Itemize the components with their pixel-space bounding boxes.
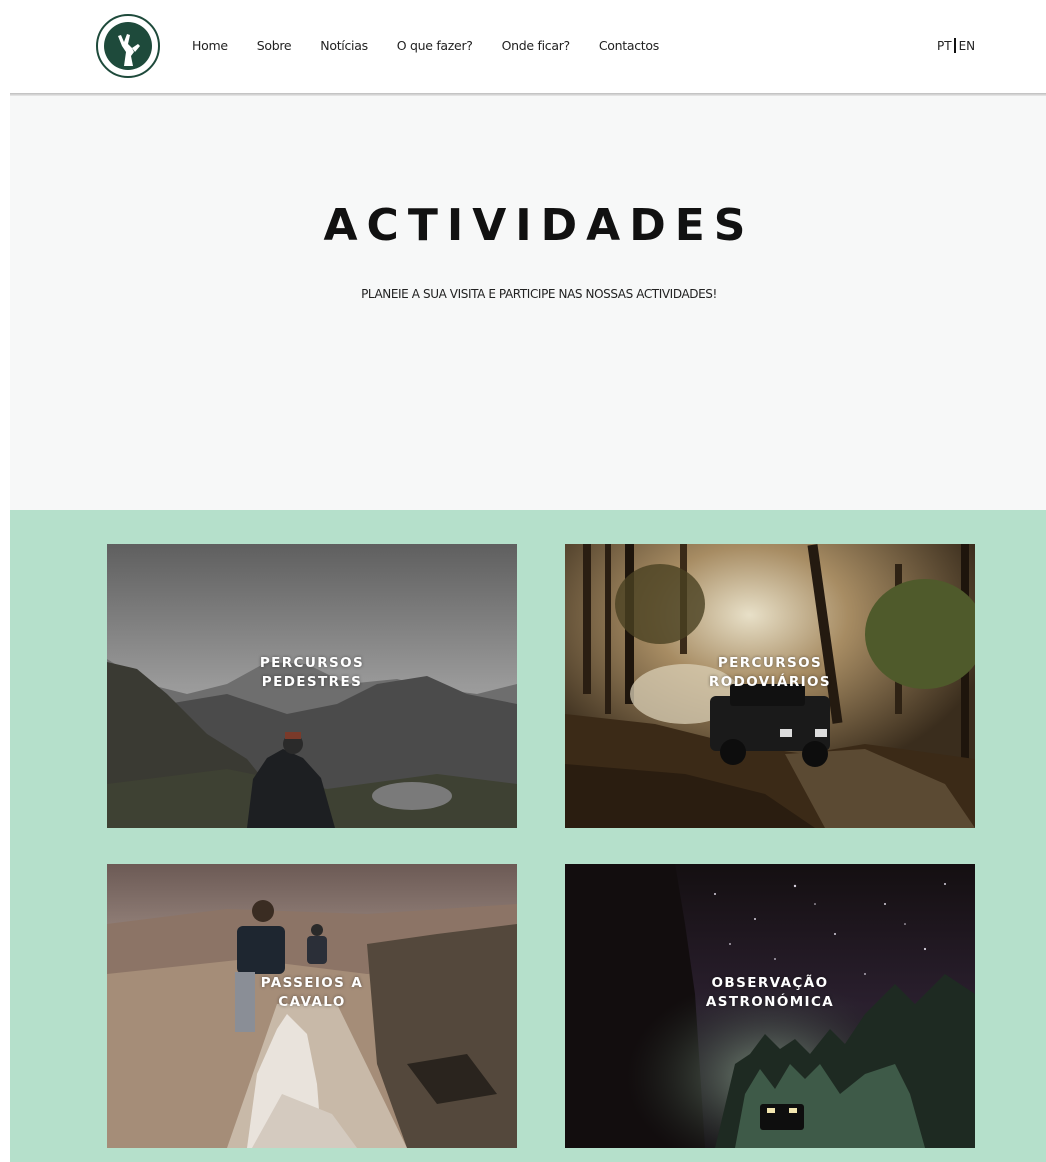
nav-home[interactable]: Home — [192, 38, 228, 58]
activity-label: PASSEIOS A CAVALO — [260, 975, 364, 1010]
main-nav: Home Sobre Notícias O que fazer? Onde fi… — [192, 38, 659, 58]
lang-en[interactable]: EN — [959, 39, 976, 53]
activity-card-road-trails[interactable]: PERCURSOS RODOVIÁRIOS — [565, 544, 975, 828]
page-title: ACTIVIDADES — [323, 200, 755, 251]
nav-o-que-fazer[interactable]: O que fazer? — [397, 38, 473, 58]
lang-divider — [953, 38, 956, 53]
lang-pt[interactable]: PT — [937, 39, 952, 53]
nav-sobre[interactable]: Sobre — [257, 38, 292, 58]
deer-emblem-logo[interactable] — [96, 14, 160, 78]
hero-section — [10, 96, 1046, 510]
page-subtitle: PLANEIE A SUA VISITA E PARTICIPE NAS NOS… — [361, 287, 717, 301]
activity-label: PERCURSOS PEDESTRES — [259, 655, 365, 690]
activity-card-horse-rides[interactable]: PASSEIOS A CAVALO — [107, 864, 517, 1148]
site-header: Home Sobre Notícias O que fazer? Onde fi… — [0, 0, 1046, 96]
activity-label: PERCURSOS RODOVIÁRIOS — [708, 655, 832, 690]
nav-noticias[interactable]: Notícias — [320, 38, 368, 58]
activity-label: OBSERVAÇÃO ASTRONÓMICA — [705, 975, 835, 1010]
nav-onde-ficar[interactable]: Onde ficar? — [502, 38, 571, 58]
language-switcher: PT EN — [937, 38, 975, 53]
activity-card-pedestrian-trails[interactable]: PERCURSOS PEDESTRES — [107, 544, 517, 828]
nav-contactos[interactable]: Contactos — [599, 38, 659, 58]
activity-card-stargazing[interactable]: OBSERVAÇÃO ASTRONÓMICA — [565, 864, 975, 1148]
deer-icon — [104, 22, 152, 70]
